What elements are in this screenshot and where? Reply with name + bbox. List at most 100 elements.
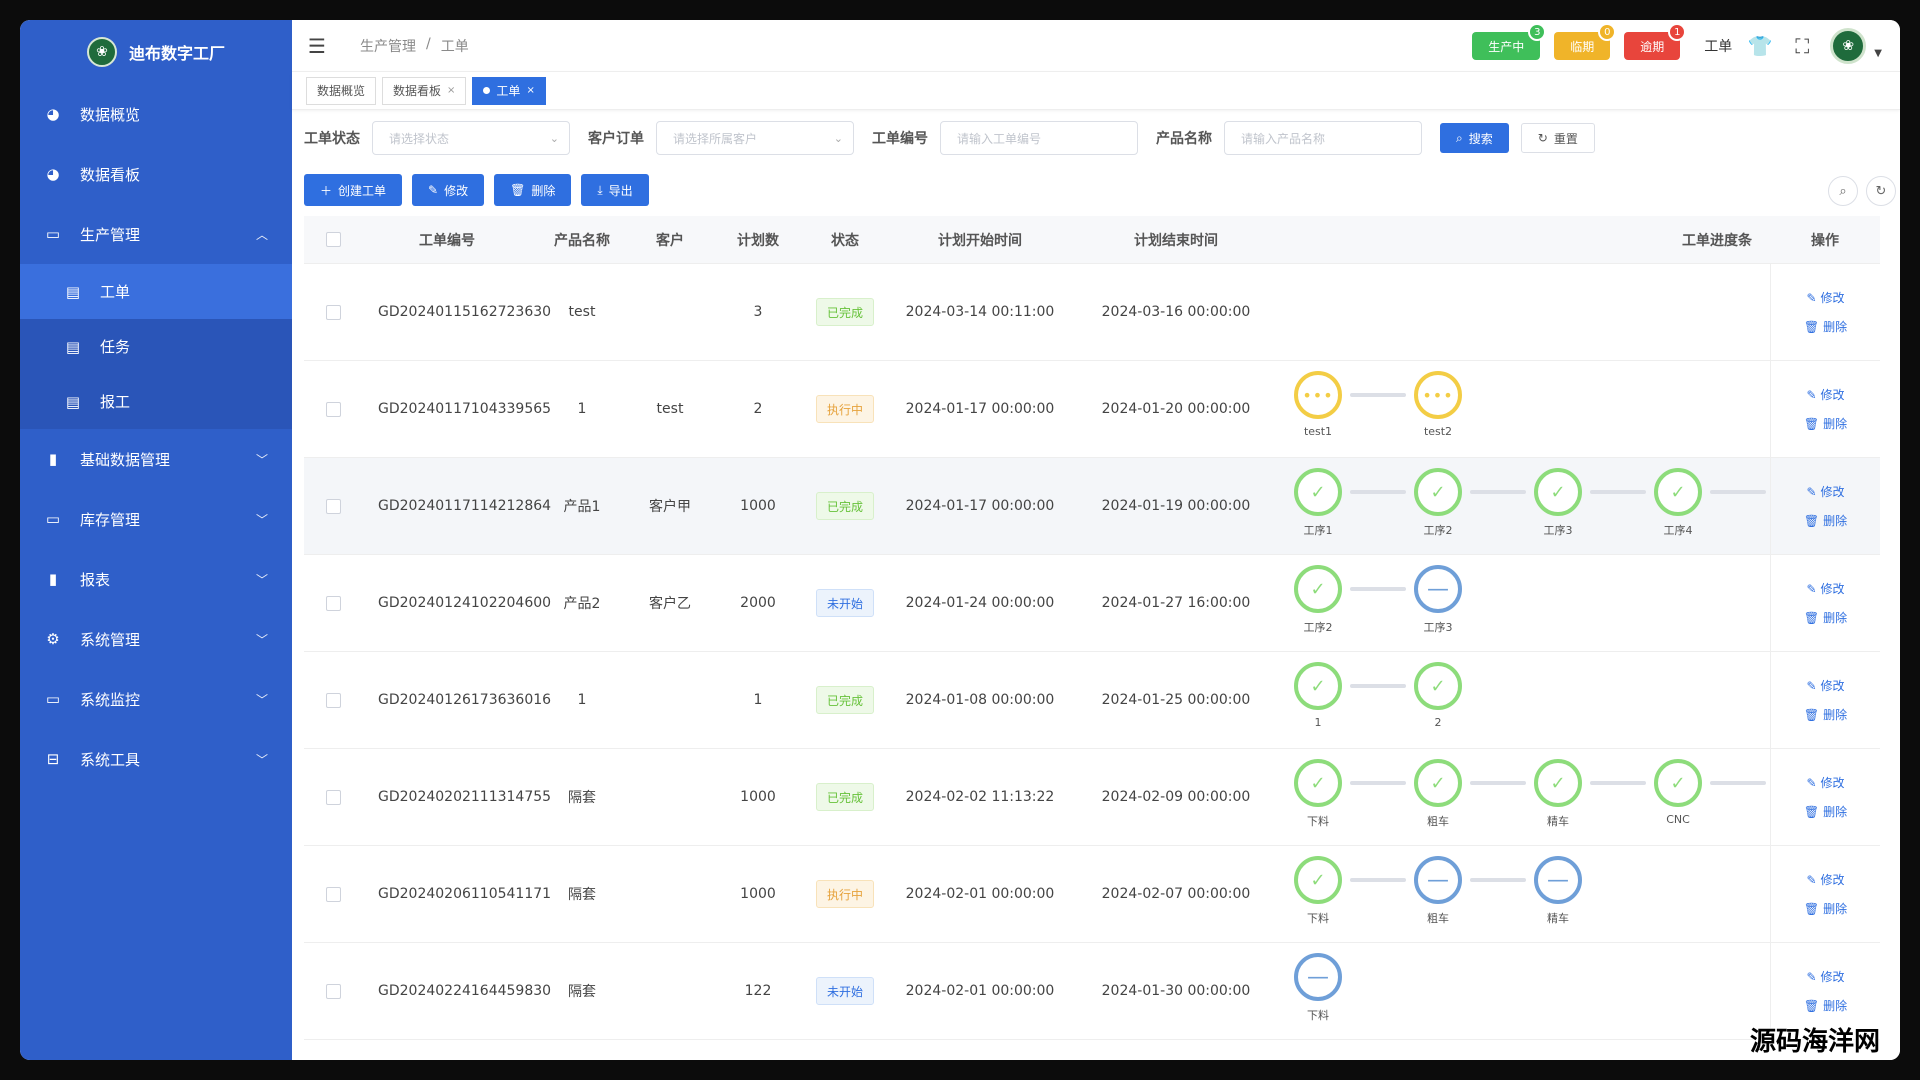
cell-start-time: 2024-01-17 00:00:00 — [905, 498, 1055, 514]
progress-step: ✓ 粗车 — [1406, 759, 1470, 829]
sidebar-item[interactable]: ▭ 生产管理 ︿ — [20, 204, 292, 264]
row-edit-link[interactable]: ✎ 修改 — [1806, 774, 1844, 791]
progress-step: ✓ 2 — [1406, 662, 1470, 729]
document-icon: ▤ — [65, 282, 81, 301]
row-delete-link[interactable]: 🗑 删除 — [1804, 706, 1847, 723]
sidebar-item[interactable]: ⊟ 系统工具 ﹀ — [20, 729, 292, 789]
row-delete-link[interactable]: 🗑 删除 — [1804, 512, 1847, 529]
row-checkbox-cell — [304, 789, 362, 805]
cell-operations: ✎ 修改 🗑 删除 — [1770, 361, 1880, 457]
select-all-checkbox[interactable] — [325, 232, 341, 247]
sidebar-item[interactable]: ◕ 数据概览 — [20, 84, 292, 144]
breadcrumb-parent[interactable]: 生产管理 — [360, 36, 416, 56]
check-icon: ✓ — [1414, 662, 1462, 710]
cell-product: 产品1 — [563, 499, 601, 515]
delete-button[interactable]: 🗑 删除 — [494, 174, 572, 206]
row-checkbox[interactable] — [325, 789, 341, 805]
row-checkbox[interactable] — [325, 595, 341, 611]
row-delete-link[interactable]: 🗑 删除 — [1804, 997, 1847, 1014]
customer-select[interactable]: 请选择所属客户 ⌄ — [656, 121, 854, 155]
search-button[interactable]: ⌕ 搜索 — [1440, 123, 1509, 153]
status-select[interactable]: 请选择状态 ⌄ — [372, 121, 570, 155]
row-edit-link[interactable]: ✎ 修改 — [1806, 677, 1844, 694]
status-pill[interactable]: 生产中 3 — [1472, 23, 1547, 60]
topbar: ☰ 生产管理 / 工单 生产中 3 临期 0 逾期 1 工单 👕 ⛶ ❀ ▼ — [292, 20, 1900, 72]
search-toggle-icon[interactable]: ⌕ — [1828, 176, 1858, 206]
refresh-icon[interactable]: ↻ — [1866, 176, 1896, 206]
row-edit-label: 修改 — [1820, 776, 1845, 790]
sidebar-item[interactable]: ▭ 库存管理 ﹀ — [20, 489, 292, 549]
row-checkbox[interactable] — [325, 304, 341, 320]
row-checkbox[interactable] — [325, 498, 341, 514]
edit-button[interactable]: ✎ 修改 — [412, 174, 485, 206]
row-checkbox[interactable] — [325, 401, 341, 417]
book-icon: ▮ — [48, 570, 58, 588]
create-workorder-button[interactable]: ＋ 创建工单 — [304, 174, 403, 206]
sidebar-item[interactable]: ▮ 报表 ﹀ — [20, 549, 292, 609]
step-connector — [1470, 781, 1526, 785]
cell-progress: — 下料 — [1274, 943, 1770, 1039]
delete-button-label: 删除 — [531, 183, 556, 198]
row-delete-label: 删除 — [1823, 902, 1848, 916]
product-name-input[interactable]: 请输入产品名称 — [1224, 121, 1422, 155]
avatar[interactable]: ❀ — [1830, 28, 1867, 64]
shirt-icon[interactable]: 👕 — [1746, 34, 1774, 58]
sidebar-item[interactable]: ▮ 基础数据管理 ﹀ — [20, 429, 292, 489]
cell-progress: ✓ 工序1 ✓ 工序2 ✓ 工序3 ✓ 工序4 — [1274, 458, 1770, 554]
tab-item[interactable]: 数据概览 — [306, 76, 377, 105]
sidebar-subitem-label: 工单 — [100, 283, 131, 301]
row-checkbox[interactable] — [325, 692, 341, 708]
row-delete-label: 删除 — [1823, 417, 1848, 431]
tab-item[interactable]: 工单 × — [472, 76, 546, 105]
cell-end-time: 2024-01-27 16:00:00 — [1101, 595, 1251, 611]
topbar-right: 生产中 3 临期 0 逾期 1 工单 👕 ⛶ ❀ ▼ — [1472, 20, 1882, 72]
status-pill[interactable]: 临期 0 — [1554, 23, 1617, 60]
row-checkbox[interactable] — [325, 983, 341, 999]
check-icon: ✓ — [1294, 565, 1342, 613]
tab-item[interactable]: 数据看板 × — [382, 76, 467, 105]
brand: ❀ 迪布数字工厂 — [20, 20, 292, 84]
progress-step: ✓ 工序4 — [1646, 468, 1710, 538]
sidebar-item[interactable]: ▭ 系统监控 ﹀ — [20, 669, 292, 729]
row-edit-link[interactable]: ✎ 修改 — [1806, 386, 1844, 403]
row-edit-link[interactable]: ✎ 修改 — [1806, 483, 1844, 500]
trash-icon: 🗑 — [1803, 998, 1820, 1013]
hamburger-icon[interactable]: ☰ — [308, 34, 338, 58]
progress-step: ✓ 工序2 — [1286, 565, 1350, 635]
status-pill[interactable]: 逾期 1 — [1624, 23, 1687, 60]
caret-down-icon[interactable]: ▼ — [1874, 48, 1882, 59]
reset-button[interactable]: ↻ 重置 — [1520, 123, 1595, 153]
row-delete-link[interactable]: 🗑 删除 — [1804, 900, 1847, 917]
row-edit-link[interactable]: ✎ 修改 — [1806, 580, 1844, 597]
check-icon: ✓ — [1294, 662, 1342, 710]
step-label: 工序2 — [1303, 621, 1333, 634]
step-connector — [1590, 490, 1646, 494]
row-delete-link[interactable]: 🗑 删除 — [1804, 609, 1847, 626]
row-delete-link[interactable]: 🗑 删除 — [1804, 415, 1847, 432]
monitor-icon: ▭ — [45, 690, 61, 708]
row-edit-link[interactable]: ✎ 修改 — [1806, 871, 1844, 888]
export-button[interactable]: ⤓ 导出 — [581, 174, 649, 206]
row-checkbox[interactable] — [325, 886, 341, 902]
status-badge: 执行中 — [815, 880, 874, 908]
cell-product: 1 — [577, 692, 587, 708]
sidebar-subitem[interactable]: ▤ 工单 — [20, 264, 292, 319]
dashboard-icon: ◕ — [46, 105, 60, 123]
sidebar-subitem[interactable]: ▤ 任务 — [20, 319, 292, 374]
sidebar-subitem[interactable]: ▤ 报工 — [20, 374, 292, 429]
row-delete-link[interactable]: 🗑 删除 — [1804, 803, 1847, 820]
close-icon[interactable]: × — [447, 85, 455, 96]
chevron-down-icon: ﹀ — [255, 692, 268, 707]
row-edit-link[interactable]: ✎ 修改 — [1806, 289, 1844, 306]
row-delete-link[interactable]: 🗑 删除 — [1804, 318, 1847, 335]
sidebar-item[interactable]: ◕ 数据看板 — [20, 144, 292, 204]
workorder-no-input[interactable]: 请输入工单编号 — [940, 121, 1138, 155]
topbar-workorder-text[interactable]: 工单 — [1704, 36, 1732, 56]
fullscreen-icon[interactable]: ⛶ — [1788, 34, 1816, 58]
minus-icon: — — [1414, 565, 1462, 613]
monitor-icon: ▭ — [45, 225, 61, 243]
sidebar-item-label: 基础数据管理 — [80, 450, 171, 469]
sidebar-item[interactable]: ⚙ 系统管理 ﹀ — [20, 609, 292, 669]
close-icon[interactable]: × — [526, 85, 534, 96]
row-edit-link[interactable]: ✎ 修改 — [1806, 968, 1844, 985]
